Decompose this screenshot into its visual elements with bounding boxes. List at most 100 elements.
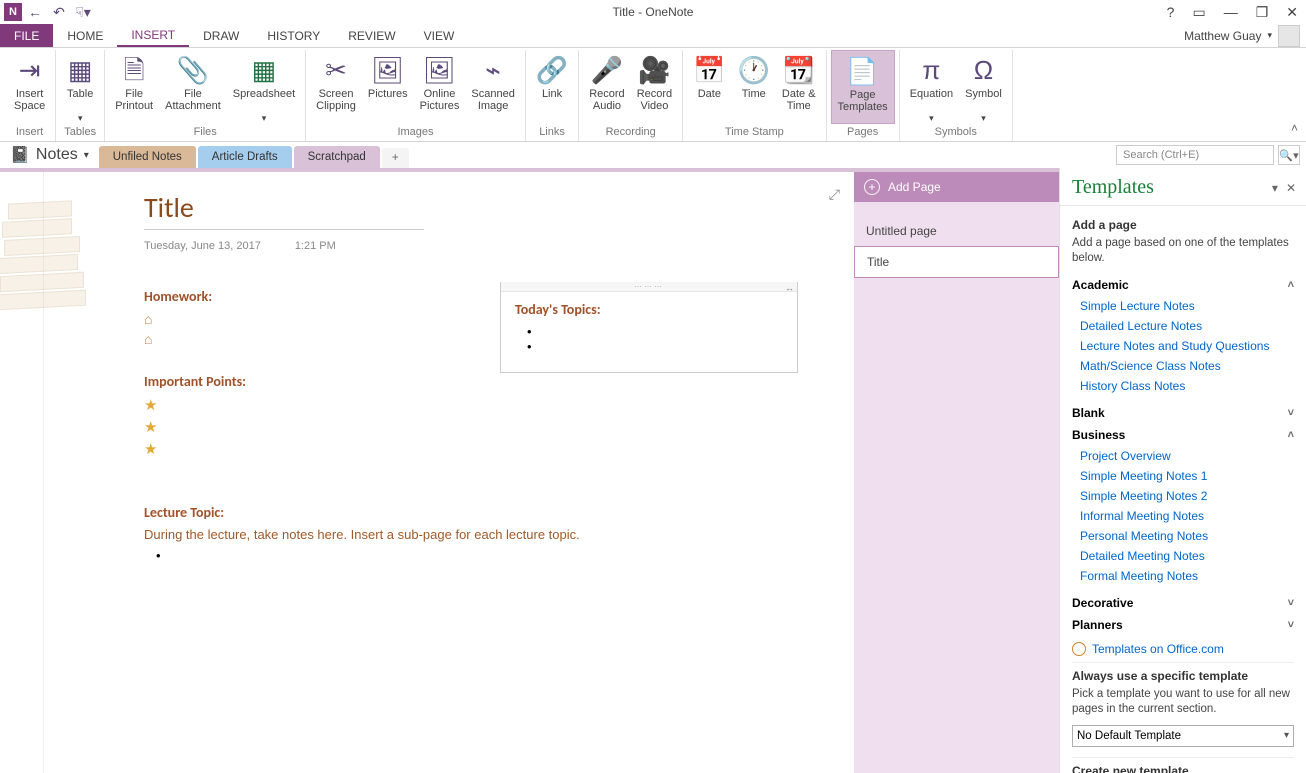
important-heading[interactable]: Important Points: — [144, 373, 834, 390]
tab-file[interactable]: FILE — [0, 24, 53, 47]
page-list-item[interactable]: Untitled page — [854, 216, 1059, 246]
container-grip[interactable]: ⋯⋯⋯ — [501, 282, 797, 292]
template-link[interactable]: History Class Notes — [1080, 376, 1294, 396]
template-link[interactable]: Lecture Notes and Study Questions — [1080, 336, 1294, 356]
insert-space-button[interactable]: ⇥Insert Space — [8, 50, 51, 124]
template-link[interactable]: Math/Science Class Notes — [1080, 356, 1294, 376]
template-link[interactable]: Simple Meeting Notes 2 — [1080, 486, 1294, 506]
template-link[interactable]: Detailed Lecture Notes — [1080, 316, 1294, 336]
section-tab-drafts[interactable]: Article Drafts — [198, 146, 292, 168]
ribbon-display-icon[interactable]: ▭ — [1188, 2, 1209, 23]
pane-options-button[interactable]: ▾ — [1272, 181, 1278, 195]
chevron-down-icon: ▾ — [1284, 730, 1289, 741]
star-icon: ★ — [144, 440, 834, 458]
search-input[interactable]: Search (Ctrl+E) — [1116, 145, 1274, 165]
undo-button[interactable]: ↶ — [48, 1, 70, 23]
add-page-button[interactable]: + Add Page — [854, 172, 1059, 202]
templates-office-link[interactable]: Templates on Office.com — [1072, 642, 1294, 656]
template-link[interactable]: Personal Meeting Notes — [1080, 526, 1294, 546]
template-link[interactable]: Project Overview — [1080, 446, 1294, 466]
user-area[interactable]: Matthew Guay▾ — [1184, 24, 1306, 47]
templates-title: Templates — [1072, 176, 1154, 199]
back-button[interactable]: ← — [24, 1, 46, 23]
default-template-select[interactable]: No Default Template ▾ — [1072, 725, 1294, 747]
avatar[interactable] — [1278, 25, 1300, 47]
file-attachment-button[interactable]: 📎File Attachment — [159, 50, 227, 124]
template-link[interactable]: Formal Meeting Notes — [1080, 566, 1294, 586]
section-tab-unfiled[interactable]: Unfiled Notes — [99, 146, 196, 168]
help-icon[interactable]: ? — [1163, 2, 1179, 22]
close-button[interactable]: ✕ — [1282, 2, 1302, 23]
user-menu-chevron: ▾ — [1267, 30, 1272, 41]
globe-icon — [1072, 642, 1086, 656]
screen-clipping-button[interactable]: ✂Screen Clipping — [310, 50, 362, 124]
record-audio-button[interactable]: 🎤Record Audio — [583, 50, 630, 124]
notebook-icon: 📓 — [10, 145, 30, 165]
online-pictures-button[interactable]: 🖼Online Pictures — [414, 50, 466, 124]
record-video-button[interactable]: 🎥Record Video — [631, 50, 678, 124]
category-academic[interactable]: Academic˄ — [1072, 274, 1294, 296]
templates-header: Templates ▾ ✕ — [1060, 168, 1306, 206]
tab-home[interactable]: HOME — [53, 24, 117, 47]
lecture-description[interactable]: During the lecture, take notes here. Ins… — [144, 527, 834, 542]
section-tab-add[interactable]: + — [382, 148, 409, 168]
tab-insert[interactable]: INSERT — [117, 24, 189, 47]
table-button[interactable]: ▦Table▾ — [60, 50, 100, 124]
date-time-button[interactable]: 📆Date & Time — [776, 50, 822, 124]
video-icon: 🎥 — [638, 54, 670, 86]
tab-draw[interactable]: DRAW — [189, 24, 253, 47]
lecture-heading[interactable]: Lecture Topic: — [144, 504, 834, 521]
section-tabs: Unfiled Notes Article Drafts Scratchpad … — [99, 142, 411, 168]
pane-close-button[interactable]: ✕ — [1286, 181, 1296, 195]
template-link[interactable]: Informal Meeting Notes — [1080, 506, 1294, 526]
topic-bullet[interactable]: • — [527, 324, 783, 339]
note-container[interactable]: ⋯⋯⋯ ↔ Today's Topics: • • — [500, 282, 798, 373]
main: ⤢ Title Tuesday, June 13, 2017 1:21 PM H… — [0, 168, 1306, 773]
tab-review[interactable]: REVIEW — [334, 24, 409, 47]
page-list-item-selected[interactable]: Title — [854, 246, 1059, 278]
category-business[interactable]: Business˄ — [1072, 424, 1294, 446]
page-templates-button[interactable]: 📄Page Templates — [831, 50, 895, 124]
symbol-button[interactable]: ΩSymbol▾ — [959, 50, 1008, 124]
template-link[interactable]: Detailed Meeting Notes — [1080, 546, 1294, 566]
collapse-ribbon-button[interactable]: ˄ — [1291, 121, 1298, 135]
touch-mode-button[interactable]: ☟▾ — [72, 1, 94, 23]
link-button[interactable]: 🔗Link — [530, 50, 574, 124]
equation-button[interactable]: πEquation▾ — [904, 50, 959, 124]
spreadsheet-button[interactable]: ▦Spreadsheet▾ — [227, 50, 301, 124]
notebook-selector[interactable]: 📓 Notes ▾ — [0, 142, 99, 168]
time-button[interactable]: 🕐Time — [732, 50, 776, 124]
page-body[interactable]: ⤢ Title Tuesday, June 13, 2017 1:21 PM H… — [44, 172, 854, 773]
page-canvas[interactable]: ⤢ Title Tuesday, June 13, 2017 1:21 PM H… — [0, 168, 854, 773]
important-items[interactable]: ★ ★ ★ — [144, 396, 834, 458]
link-icon: 🔗 — [536, 54, 568, 86]
search-scope-button[interactable]: 🔍▾ — [1278, 145, 1300, 165]
template-link[interactable]: Simple Lecture Notes — [1080, 296, 1294, 316]
file-printout-button[interactable]: 🗎File Printout — [109, 50, 159, 124]
expand-page-icon[interactable]: ⤢ — [829, 186, 840, 203]
category-decorative[interactable]: Decorative˅ — [1072, 592, 1294, 614]
topic-bullet[interactable]: • — [527, 339, 783, 354]
today-topics-heading[interactable]: Today's Topics: — [515, 301, 783, 318]
category-blank[interactable]: Blank˅ — [1072, 402, 1294, 424]
maximize-button[interactable]: ❐ — [1252, 2, 1273, 23]
container-resize[interactable]: ↔ — [785, 283, 794, 293]
template-link[interactable]: Simple Meeting Notes 1 — [1080, 466, 1294, 486]
printout-icon: 🗎 — [124, 54, 145, 86]
minimize-button[interactable]: — — [1220, 2, 1242, 22]
pi-icon: π — [922, 54, 940, 86]
section-tab-scratchpad[interactable]: Scratchpad — [294, 146, 380, 168]
category-planners[interactable]: Planners˅ — [1072, 614, 1294, 636]
date-button[interactable]: 📅Date — [687, 50, 731, 124]
online-pictures-icon: 🖼 — [423, 54, 456, 86]
lecture-bullet[interactable]: • — [156, 548, 834, 563]
pictures-button[interactable]: 🖼Pictures — [362, 50, 414, 124]
tab-history[interactable]: HISTORY — [253, 24, 334, 47]
scanned-image-button[interactable]: ⌁Scanned Image — [465, 50, 520, 124]
templates-pane: Templates ▾ ✕ Add a page Add a page base… — [1059, 168, 1306, 773]
title-rule — [144, 229, 424, 230]
ribbon: ⇥Insert Space Insert ▦Table▾ Tables 🗎Fil… — [0, 48, 1306, 142]
tab-view[interactable]: VIEW — [410, 24, 469, 47]
page-title[interactable]: Title — [144, 190, 834, 225]
always-template-desc: Pick a template you want to use for all … — [1072, 687, 1294, 717]
